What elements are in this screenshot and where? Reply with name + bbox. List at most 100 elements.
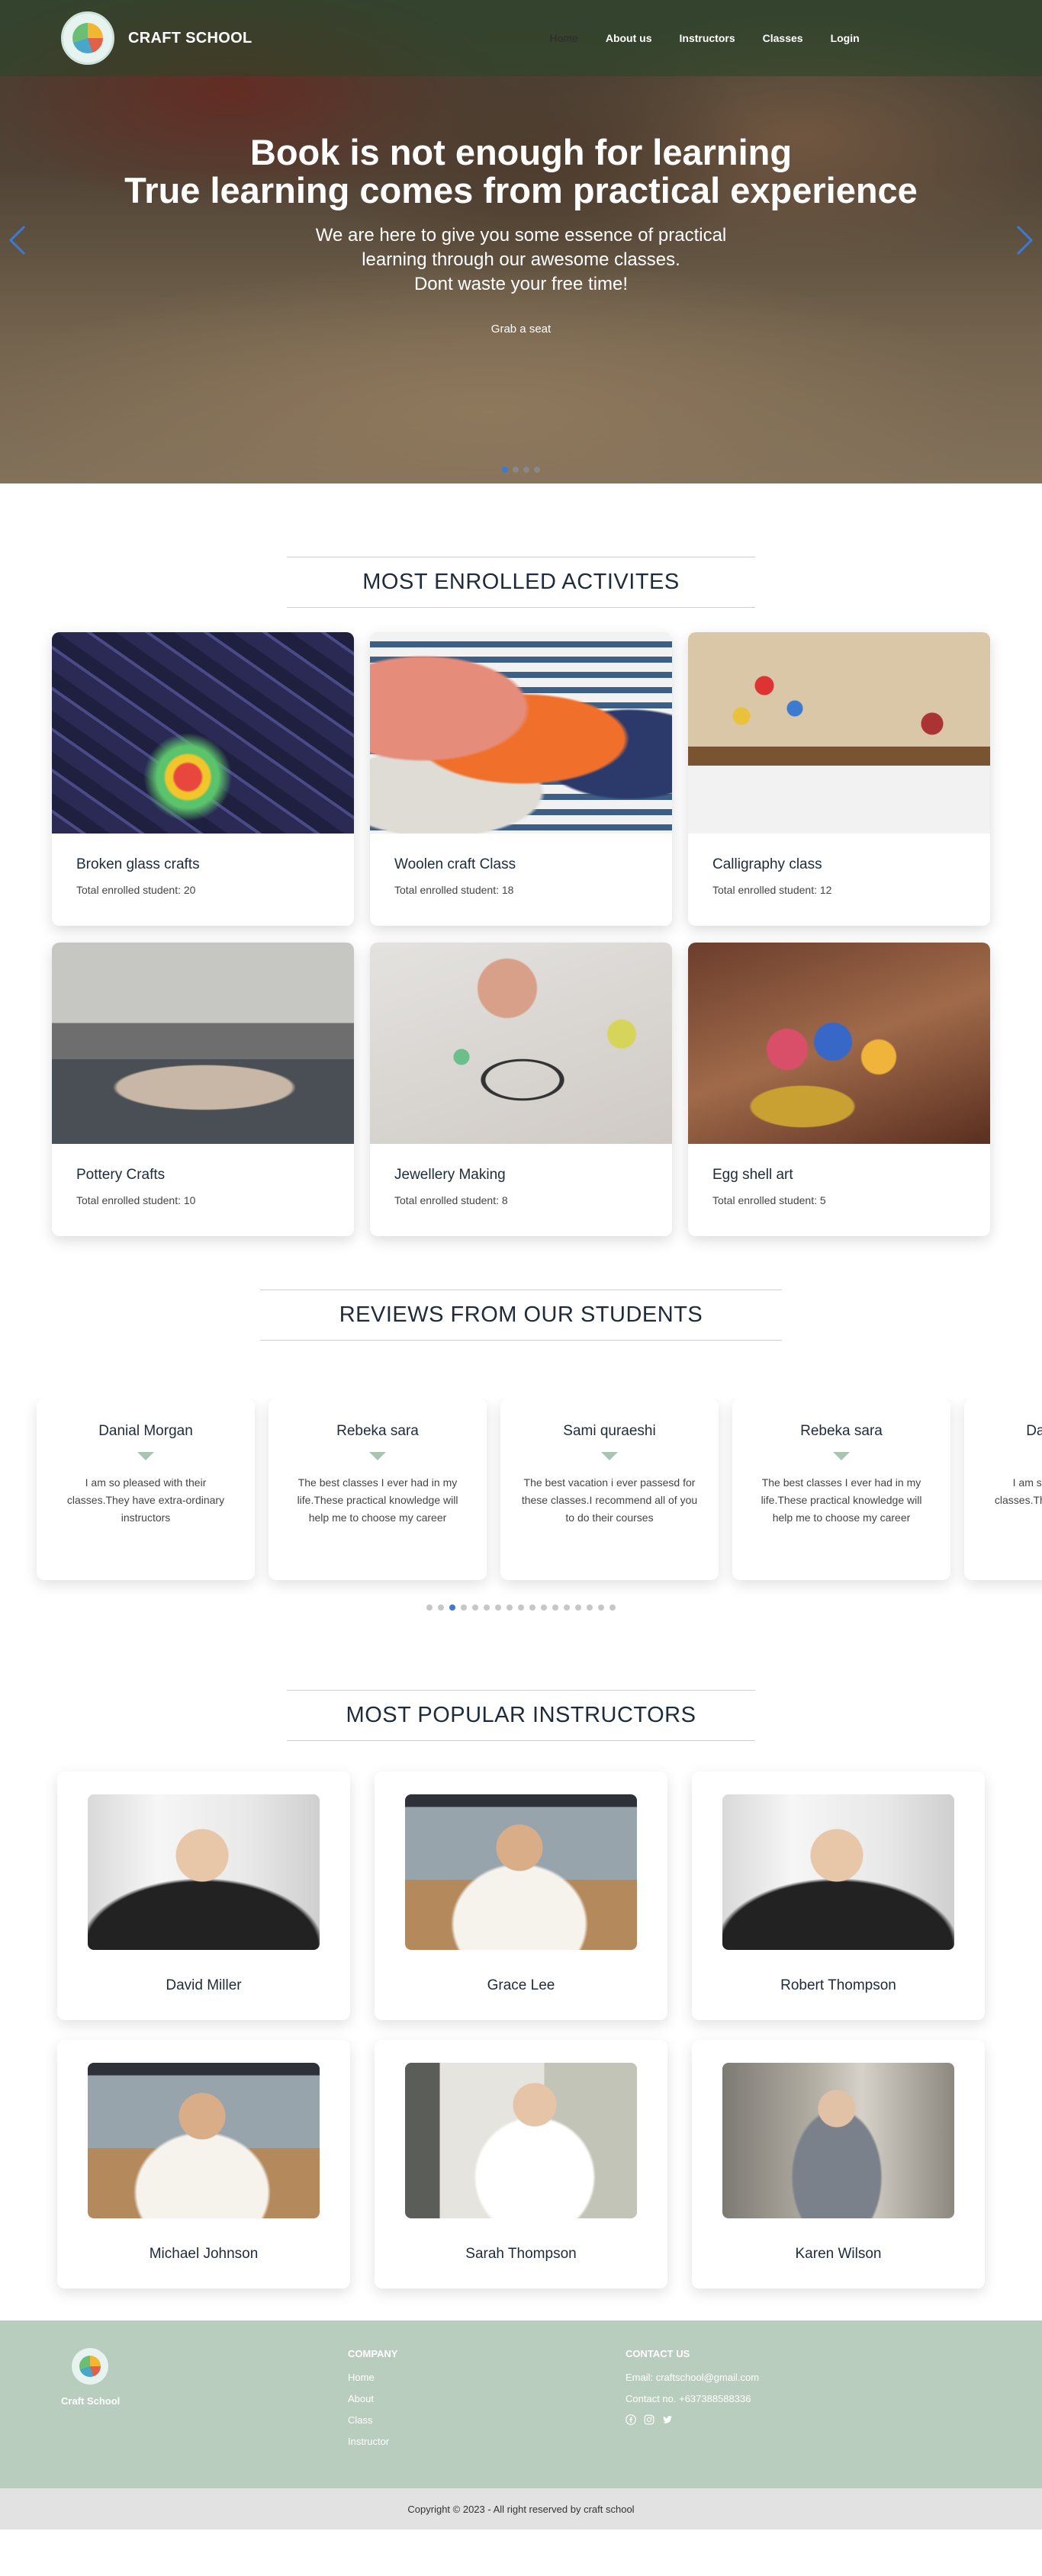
reviews-section: REVIEWS FROM OUR STUDENTS Danial Morgan … xyxy=(0,1290,1042,1611)
instructor-card[interactable]: Robert Thompson xyxy=(692,1771,985,2020)
carousel-dot[interactable] xyxy=(513,467,519,473)
instructor-photo xyxy=(405,2063,637,2218)
navbar: CRAFT SCHOOL Home About us Instructors C… xyxy=(0,0,1042,76)
nav-login[interactable]: Login xyxy=(831,32,860,44)
footer-brand-name: Craft School xyxy=(61,2395,121,2407)
footer-company-heading: COMPANY xyxy=(348,2348,398,2359)
review-dots xyxy=(0,1604,1042,1611)
instructor-card[interactable]: Michael Johnson xyxy=(57,2040,350,2289)
review-dot[interactable] xyxy=(575,1604,581,1611)
review-text: I am so pleased with their classes.They … xyxy=(994,1476,1042,1506)
review-dot[interactable] xyxy=(587,1604,593,1611)
footer-link-home[interactable]: Home xyxy=(348,2372,626,2383)
activity-name: Broken glass crafts xyxy=(76,856,200,872)
activity-name: Pottery Crafts xyxy=(76,1167,166,1183)
instructor-name: Sarah Thompson xyxy=(465,2246,577,2262)
instructor-card[interactable]: Karen Wilson xyxy=(692,2040,985,2289)
review-dot[interactable] xyxy=(541,1604,547,1611)
twitter-icon[interactable] xyxy=(662,2414,673,2425)
enrolled-count: Total enrolled student: 18 xyxy=(394,884,514,896)
carousel-next-button[interactable] xyxy=(1015,225,1034,255)
footer-link-about[interactable]: About xyxy=(348,2393,626,2404)
most-enrolled-section: MOST ENROLLED ACTIVITES Broken glass cra… xyxy=(0,483,1042,1290)
review-card: Sami quraeshi The best vacation i ever p… xyxy=(500,1399,719,1580)
instagram-icon[interactable] xyxy=(644,2414,654,2425)
facebook-icon[interactable] xyxy=(626,2414,636,2425)
activity-name: Calligraphy class xyxy=(712,856,822,872)
school-logo[interactable] xyxy=(61,11,114,65)
activity-image xyxy=(52,943,354,1144)
review-dot[interactable] xyxy=(609,1604,616,1611)
enrolled-count: Total enrolled student: 12 xyxy=(712,884,832,896)
reviewer-name: Sami quraeshi xyxy=(563,1423,656,1439)
instructor-card[interactable]: David Miller xyxy=(57,1771,350,2020)
footer-link-instructor[interactable]: Instructor xyxy=(348,2436,626,2447)
enrolled-count: Total enrolled student: 5 xyxy=(712,1194,826,1206)
activity-card[interactable]: Calligraphy class Total enrolled student… xyxy=(688,632,990,926)
activity-card[interactable]: Egg shell art Total enrolled student: 5 xyxy=(688,943,990,1236)
footer-logo[interactable] xyxy=(72,2348,108,2385)
activity-image xyxy=(688,632,990,834)
footer-company: COMPANY Home About Class Instructor xyxy=(348,2348,626,2488)
carousel-prev-button[interactable] xyxy=(8,225,27,255)
hero-subtitle-line1: We are here to give you some essence of … xyxy=(315,225,727,246)
carousel-dot[interactable] xyxy=(502,467,508,473)
activity-image xyxy=(370,943,672,1144)
footer-link-class[interactable]: Class xyxy=(348,2414,626,2426)
section-title: REVIEWS FROM OUR STUDENTS xyxy=(260,1290,782,1341)
review-card: Rebeka sara The best classes I ever had … xyxy=(269,1399,487,1580)
review-dot[interactable] xyxy=(564,1604,570,1611)
brand-name[interactable]: CRAFT SCHOOL xyxy=(128,30,252,47)
nav-home[interactable]: Home xyxy=(549,32,577,44)
review-dot[interactable] xyxy=(484,1604,490,1611)
instructor-card[interactable]: Grace Lee xyxy=(375,1771,667,2020)
review-dot[interactable] xyxy=(472,1604,478,1611)
review-dot[interactable] xyxy=(426,1604,433,1611)
review-dot[interactable] xyxy=(529,1604,535,1611)
reviewer-name: Danial Morgan xyxy=(1026,1423,1042,1439)
activity-card[interactable]: Pottery Crafts Total enrolled student: 1… xyxy=(52,943,354,1236)
review-dot[interactable] xyxy=(598,1604,604,1611)
review-dot[interactable] xyxy=(438,1604,444,1611)
reviewer-name: Rebeka sara xyxy=(336,1423,419,1439)
hero-title-line1: Book is not enough for learning xyxy=(249,132,793,172)
hero-carousel: CRAFT SCHOOL Home About us Instructors C… xyxy=(0,0,1042,483)
activity-card[interactable]: Jewellery Making Total enrolled student:… xyxy=(370,943,672,1236)
instructor-name: Karen Wilson xyxy=(795,2246,882,2262)
review-dot[interactable] xyxy=(461,1604,467,1611)
instructor-name: David Miller xyxy=(166,1977,242,1993)
activity-image xyxy=(52,632,354,834)
review-dot[interactable] xyxy=(449,1604,455,1611)
review-dot[interactable] xyxy=(507,1604,513,1611)
activity-image xyxy=(370,632,672,834)
carousel-dot[interactable] xyxy=(534,467,540,473)
nav-links: Home About us Instructors Classes Login xyxy=(549,32,859,44)
footer-brand: Craft School xyxy=(61,2348,348,2488)
caret-down-icon xyxy=(601,1452,618,1460)
instructor-card[interactable]: Sarah Thompson xyxy=(375,2040,667,2289)
instructor-photo xyxy=(88,1794,320,1950)
review-carousel[interactable]: Danial Morgan I am so pleased with their… xyxy=(0,1399,1042,1595)
activity-grid: Broken glass crafts Total enrolled stude… xyxy=(0,632,1042,1290)
review-dot[interactable] xyxy=(495,1604,501,1611)
nav-classes[interactable]: Classes xyxy=(763,32,803,44)
hero-content: Book is not enough for learning True lea… xyxy=(0,133,1042,342)
caret-down-icon xyxy=(833,1452,850,1460)
grab-seat-button[interactable]: Grab a seat xyxy=(481,316,561,342)
activity-card[interactable]: Broken glass crafts Total enrolled stude… xyxy=(52,632,354,926)
review-dot[interactable] xyxy=(552,1604,558,1611)
nav-instructors[interactable]: Instructors xyxy=(680,32,735,44)
social-links xyxy=(626,2414,903,2425)
reviewer-name: Danial Morgan xyxy=(98,1423,193,1439)
copyright-text: Copyright © 2023 - All right reserved by… xyxy=(407,2503,635,2515)
instructor-photo xyxy=(722,2063,954,2218)
carousel-dot[interactable] xyxy=(523,467,529,473)
instructor-photo xyxy=(405,1794,637,1950)
nav-about-us[interactable]: About us xyxy=(606,32,652,44)
review-dot[interactable] xyxy=(518,1604,524,1611)
reviewer-name: Rebeka sara xyxy=(800,1423,883,1439)
hero-title-line2: True learning comes from practical exper… xyxy=(124,170,918,210)
footer-phone: Contact no. +637388588336 xyxy=(626,2393,751,2404)
activity-card[interactable]: Woolen craft Class Total enrolled studen… xyxy=(370,632,672,926)
caret-down-icon xyxy=(369,1452,386,1460)
